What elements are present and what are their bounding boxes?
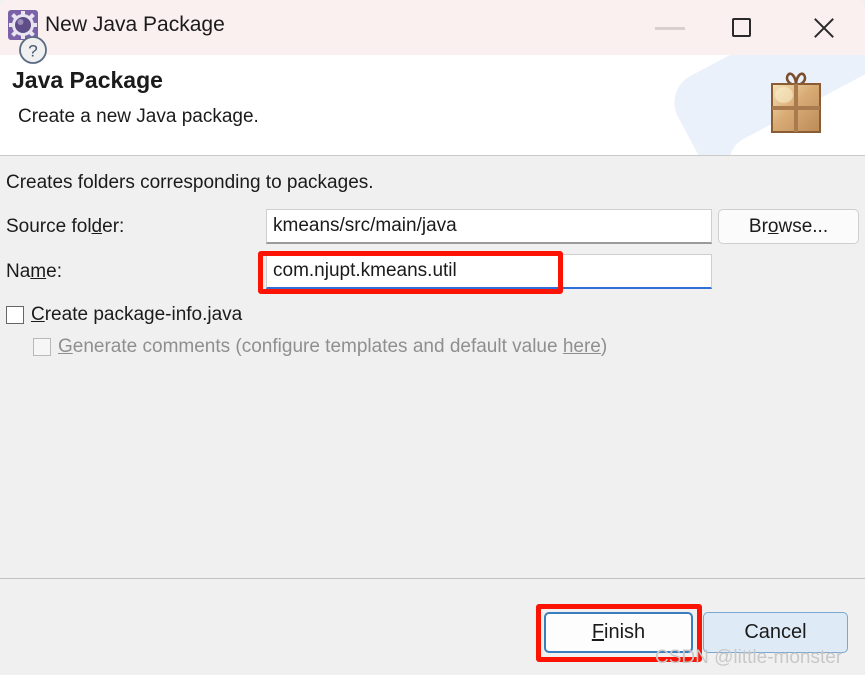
finish-label-mnemonic: F	[591, 621, 605, 643]
minimize-button[interactable]	[640, 0, 700, 55]
create-package-info-mnemonic: C	[31, 304, 45, 325]
generate-comments-text-end: )	[600, 336, 608, 357]
generate-comments-text: enerate comments (configure templates an…	[72, 336, 563, 357]
minimize-icon	[655, 27, 685, 30]
help-question-icon[interactable]: ?	[18, 35, 48, 65]
gift-box-icon	[765, 69, 827, 141]
package-name-input[interactable]	[266, 254, 712, 289]
browse-button[interactable]: Browse...	[718, 209, 859, 244]
close-button[interactable]	[795, 0, 855, 55]
generate-comments-mnemonic: G	[58, 336, 73, 357]
close-icon	[811, 15, 837, 41]
browse-label-post: wse...	[778, 215, 829, 237]
source-folder-label-pre: Source fol	[6, 216, 92, 237]
create-package-info-checkbox[interactable]	[6, 306, 24, 324]
svg-text:?: ?	[28, 42, 37, 61]
header-title: Java Package	[12, 67, 163, 93]
source-folder-label: Source folder:	[6, 216, 124, 238]
package-name-label-mnemonic: m	[30, 261, 47, 282]
new-java-package-dialog: New Java Package Java Package Create a n…	[0, 0, 865, 675]
title-bar: New Java Package	[0, 0, 865, 55]
package-name-label-post: e:	[46, 261, 62, 282]
header-subtitle: Create a new Java package.	[18, 106, 259, 127]
source-folder-label-mnemonic: d	[91, 216, 103, 237]
dialog-body: Creates folders corresponding to package…	[0, 156, 865, 578]
configure-templates-link[interactable]: here	[563, 336, 601, 357]
generate-comments-checkbox	[33, 338, 51, 356]
dialog-header: Java Package Create a new Java package.	[0, 55, 865, 156]
finish-label-post: inish	[604, 621, 646, 643]
maximize-button[interactable]	[713, 0, 773, 55]
finish-button[interactable]: Finish	[544, 612, 693, 653]
source-folder-label-post: er:	[102, 216, 125, 237]
create-package-info-checkbox-row[interactable]: Create package-info.java	[6, 304, 242, 326]
package-name-label-pre: Na	[6, 261, 31, 282]
create-package-info-text: reate package-info.java	[44, 304, 243, 325]
cancel-button[interactable]: Cancel	[703, 612, 848, 653]
generate-comments-label: Generate comments (configure templates a…	[58, 336, 607, 358]
browse-label-mnemonic: o	[767, 215, 779, 237]
browse-label-pre: Br	[748, 215, 768, 237]
generate-comments-checkbox-row: Generate comments (configure templates a…	[33, 336, 607, 358]
source-folder-input[interactable]	[266, 209, 712, 244]
hint-text: Creates folders corresponding to package…	[6, 172, 374, 193]
package-name-label: Name:	[6, 261, 62, 283]
maximize-icon	[732, 18, 751, 37]
window-title: New Java Package	[45, 13, 225, 36]
create-package-info-label: Create package-info.java	[31, 304, 242, 326]
